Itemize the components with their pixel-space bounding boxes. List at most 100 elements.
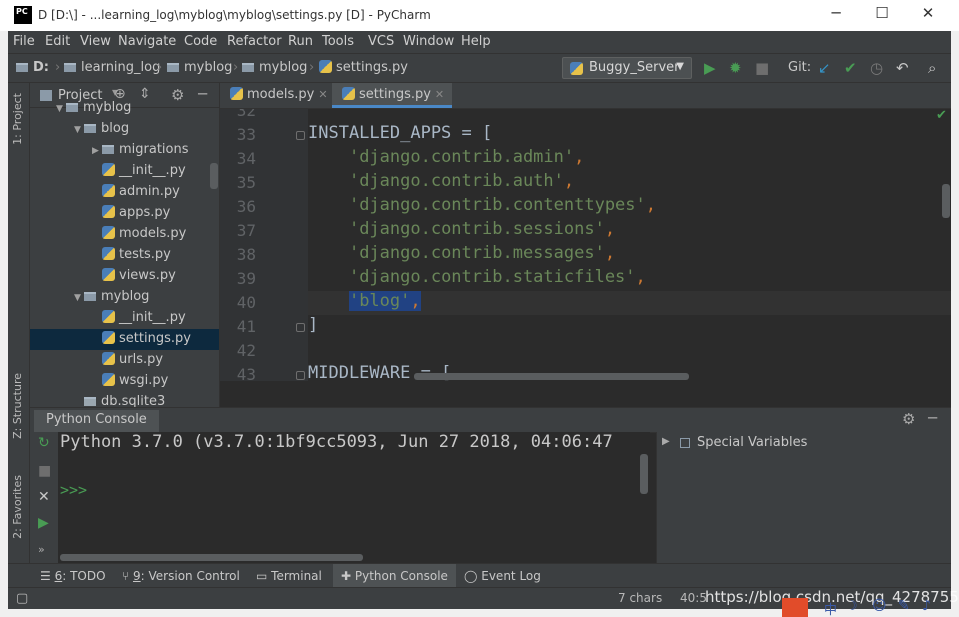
code-editor[interactable]: INSTALLED_APPS = [ 'django.contrib.admin…	[308, 109, 951, 381]
project-scrollbar[interactable]	[210, 163, 218, 189]
tool-favorites-tab[interactable]: 2: Favorites	[11, 475, 24, 539]
vcs-update-icon[interactable]: ↙	[818, 59, 831, 77]
editor-horizontal-scrollbar[interactable]	[414, 373, 689, 380]
tab-python-console[interactable]: Python Console	[34, 410, 159, 432]
more-icon[interactable]: »	[38, 543, 45, 556]
close-tab-icon[interactable]: ✕	[435, 88, 444, 101]
rollback-icon[interactable]: ↶	[896, 59, 909, 77]
close-button[interactable]: ✕	[905, 4, 951, 26]
chevron-down-icon[interactable]: ▼	[56, 104, 66, 114]
tree-file[interactable]: admin.py	[30, 182, 219, 203]
pen-icon[interactable]: ✎	[898, 598, 910, 614]
hide-panel-icon[interactable]: ─	[928, 409, 937, 427]
python-file-icon	[319, 60, 332, 73]
menu-code[interactable]: Code	[184, 34, 217, 49]
menu-view[interactable]: View	[80, 34, 111, 49]
tree-item-label: myblog	[101, 289, 150, 304]
maximize-button[interactable]: ☐	[859, 4, 905, 26]
execute-icon[interactable]: ▶	[38, 515, 49, 531]
emoji-icon[interactable]: ☺	[872, 598, 887, 614]
history-icon[interactable]: ◷	[870, 59, 883, 77]
vcs-commit-icon[interactable]: ✔	[844, 59, 857, 77]
ime-icon[interactable]	[782, 598, 808, 617]
tree-item-label: migrations	[119, 142, 189, 157]
breadcrumb-settings[interactable]: settings.py	[319, 60, 408, 75]
tree-file[interactable]: wsgi.py	[30, 371, 219, 392]
status-caret-position[interactable]: 40:5	[680, 591, 707, 605]
close-icon[interactable]: ✕	[38, 489, 50, 505]
chevron-right-icon[interactable]: ▶	[92, 146, 102, 156]
menu-tools[interactable]: Tools	[322, 34, 354, 49]
menu-edit[interactable]: Edit	[45, 34, 70, 49]
language-icon[interactable]: 中	[824, 599, 837, 617]
tab-models-py[interactable]: models.py ✕	[220, 83, 336, 108]
tree-file[interactable]: __init__.py	[30, 308, 219, 329]
expand-arrow-icon[interactable]: ▶	[662, 436, 670, 447]
line-number: 33	[236, 125, 256, 144]
close-tab-icon[interactable]: ✕	[318, 88, 327, 101]
fold-marker-icon[interactable]	[296, 371, 305, 380]
python-file-icon	[102, 226, 115, 239]
tool-project-tab[interactable]: 1: Project	[11, 93, 24, 145]
tab-terminal[interactable]: ▭ Terminal	[248, 564, 330, 587]
breadcrumb-drive[interactable]: D:	[16, 60, 49, 75]
breadcrumb-myblog[interactable]: myblog	[167, 60, 232, 75]
debug-icon[interactable]: ✹	[729, 59, 742, 77]
tab-event-log[interactable]: ◯ Event Log	[456, 564, 549, 587]
breadcrumb-learning-log[interactable]: learning_log	[64, 60, 160, 75]
search-icon[interactable]: ⌕	[928, 59, 936, 77]
tree-folder[interactable]: ▼ myblog	[30, 287, 219, 308]
chevron-down-icon[interactable]: ▼	[74, 293, 84, 303]
folder-icon	[64, 63, 76, 72]
tree-folder[interactable]: ▼ myblog	[30, 98, 219, 119]
tree-folder[interactable]: ▼ blog	[30, 119, 219, 140]
fold-marker-icon[interactable]	[296, 131, 305, 140]
tree-file[interactable]: apps.py	[30, 203, 219, 224]
fold-marker-icon[interactable]	[296, 323, 305, 332]
code-line: INSTALLED_APPS = [	[308, 123, 493, 143]
menu-run[interactable]: Run	[288, 34, 313, 49]
console-horizontal-scrollbar[interactable]	[60, 554, 363, 561]
tree-item-label: db.sqlite3	[101, 394, 166, 407]
console-output[interactable]: Python 3.7.0 (v3.7.0:1bf9cc5093, Jun 27 …	[58, 432, 650, 563]
breadcrumb-separator: ›	[55, 60, 61, 75]
tree-file[interactable]: models.py	[30, 224, 219, 245]
menu-refactor[interactable]: Refactor	[227, 34, 282, 49]
editor-vertical-scrollbar[interactable]	[942, 184, 950, 218]
menu-file[interactable]: File	[13, 34, 35, 49]
line-number: 36	[236, 197, 256, 216]
menu-vcs[interactable]: VCS	[368, 34, 394, 49]
special-variables-label[interactable]: Special Variables	[697, 435, 807, 450]
run-configuration-select[interactable]: Buggy_Server ▼	[562, 57, 692, 79]
minimize-button[interactable]: ─	[813, 4, 859, 26]
tree-file[interactable]: urls.py	[30, 350, 219, 371]
chevron-down-icon[interactable]: ▼	[74, 125, 84, 135]
tree-folder[interactable]: ▶ migrations	[30, 140, 219, 161]
moon-icon[interactable]: ☽	[846, 599, 858, 614]
stop-icon[interactable]: ■	[38, 463, 51, 479]
stop-icon[interactable]: ■	[755, 59, 769, 77]
tool-structure-tab[interactable]: Z: Structure	[11, 373, 24, 439]
tab-settings-py[interactable]: settings.py ✕	[332, 83, 453, 108]
menu-help[interactable]: Help	[461, 34, 491, 49]
tree-file[interactable]: settings.py	[30, 329, 219, 350]
microphone-icon[interactable]: ♪	[922, 598, 931, 614]
tab-todo[interactable]: ☰ 6: TODO	[32, 564, 114, 587]
tree-file[interactable]: __init__.py	[30, 161, 219, 182]
menu-window[interactable]: Window	[403, 34, 454, 49]
tree-item-label: urls.py	[119, 352, 164, 367]
tab-python-console-bottom[interactable]: ✚ Python Console	[333, 564, 456, 587]
tree-file[interactable]: views.py	[30, 266, 219, 287]
gear-icon[interactable]: ⚙	[902, 410, 915, 428]
tree-file[interactable]: tests.py	[30, 245, 219, 266]
tab-version-control[interactable]: ⑂ 9: Version Control	[114, 564, 248, 587]
rerun-icon[interactable]: ↻	[38, 435, 50, 451]
breadcrumb-myblog-inner[interactable]: myblog	[242, 60, 307, 75]
toggle-tool-windows-icon[interactable]: ▢	[16, 591, 28, 606]
run-icon[interactable]: ▶	[704, 59, 716, 77]
tree-item-label: apps.py	[119, 205, 171, 220]
console-vertical-scrollbar[interactable]	[640, 454, 648, 494]
menu-navigate[interactable]: Navigate	[118, 34, 176, 49]
tree-file[interactable]: db.sqlite3	[30, 392, 219, 407]
inspection-ok-icon[interactable]: ✔	[936, 108, 947, 123]
